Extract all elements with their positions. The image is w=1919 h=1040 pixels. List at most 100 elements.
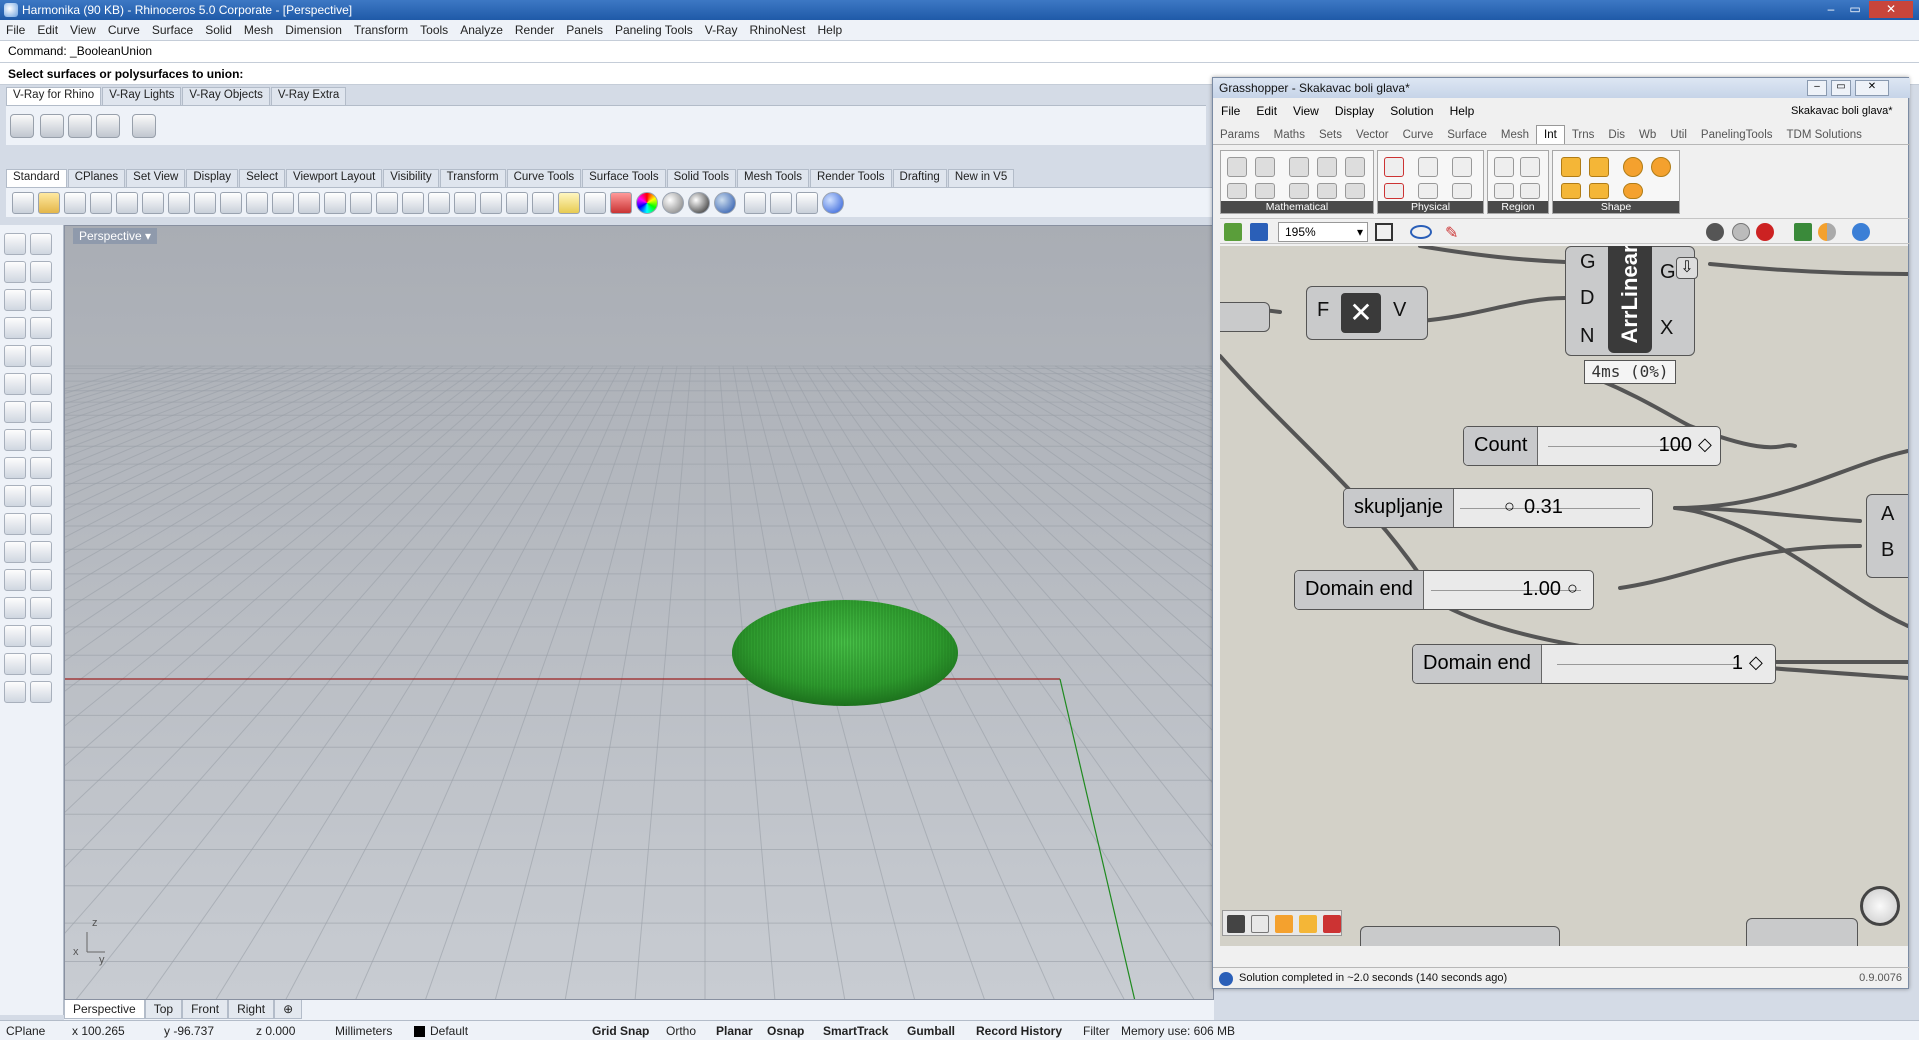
math-component-icon[interactable] (1227, 183, 1247, 199)
fillet-icon[interactable] (30, 345, 52, 367)
analyze-icon[interactable] (4, 653, 26, 675)
copy-icon[interactable] (168, 192, 190, 214)
menu-curve[interactable]: Curve (102, 20, 146, 41)
float-grip-icon[interactable]: ○ (1504, 496, 1515, 517)
shape-component-icon[interactable] (1589, 157, 1609, 177)
preview-eye-icon[interactable] (1410, 225, 1432, 239)
gh-tab-tdm-solutions[interactable]: TDM Solutions (1780, 126, 1869, 144)
new-file-icon[interactable] (12, 192, 34, 214)
gh-menu-solution[interactable]: Solution (1382, 102, 1441, 120)
gh-tab-curve[interactable]: Curve (1396, 126, 1441, 144)
menu-transform[interactable]: Transform (348, 20, 414, 41)
ungroup-icon[interactable] (30, 513, 52, 535)
gear-icon[interactable] (770, 192, 792, 214)
region-component-icon[interactable] (1494, 157, 1514, 177)
save-file-icon[interactable] (1250, 223, 1268, 241)
mesh-icon[interactable] (30, 429, 52, 451)
physical-component-icon[interactable] (1418, 183, 1438, 199)
navigation-compass-icon[interactable] (1860, 886, 1900, 926)
print-icon[interactable] (90, 192, 112, 214)
tab-perspective[interactable]: Perspective (64, 1000, 145, 1019)
pan-icon[interactable] (246, 192, 268, 214)
gh-canvas[interactable]: F ✕ V G D N ArrLinear G ⇩ X 4ms (0%) Cou… (1220, 246, 1908, 946)
toggle-planar[interactable]: Planar (716, 1024, 753, 1038)
count-slider[interactable]: Count 100 ◇ (1463, 426, 1721, 466)
car-icon[interactable] (454, 192, 476, 214)
xnode-component[interactable]: F ✕ V (1306, 286, 1428, 340)
math-component-icon[interactable] (1345, 183, 1365, 199)
rectangle-icon[interactable] (30, 317, 52, 339)
tab-solid-tools[interactable]: Solid Tools (666, 169, 736, 187)
shape-component-icon[interactable] (1589, 183, 1609, 199)
rendered-sphere-icon[interactable] (714, 192, 736, 214)
math-component-icon[interactable] (1255, 183, 1275, 199)
zoom-extents-icon[interactable] (350, 192, 372, 214)
box-icon[interactable] (4, 401, 26, 423)
gh-minimize-button[interactable]: – (1807, 80, 1827, 96)
select-arrow-icon[interactable] (4, 233, 26, 255)
mirror-icon[interactable] (30, 569, 52, 591)
partial-component[interactable] (1360, 926, 1560, 946)
tab-top[interactable]: Top (144, 1000, 183, 1019)
vray-options-icon[interactable] (10, 114, 34, 138)
undo-icon[interactable] (220, 192, 242, 214)
tab-render-tools[interactable]: Render Tools (809, 169, 892, 187)
arc-icon[interactable] (4, 317, 26, 339)
param-offscreen[interactable] (1220, 302, 1270, 332)
menu-mesh[interactable]: Mesh (238, 20, 279, 41)
tab-viewport-layout[interactable]: Viewport Layout (286, 169, 383, 187)
status-cplane[interactable]: CPlane (6, 1024, 45, 1038)
tab-new-in-v5[interactable]: New in V5 (947, 169, 1015, 187)
tab-vray-for-rhino[interactable]: V-Ray for Rhino (6, 87, 102, 105)
gh-group-icon[interactable] (1275, 915, 1293, 933)
add-viewport-icon[interactable]: ⊕ (274, 1000, 303, 1019)
gh-tab-panelingtools[interactable]: PanelingTools (1694, 126, 1780, 144)
vray-rt-icon[interactable] (132, 114, 156, 138)
status-layer[interactable]: Default (430, 1024, 468, 1038)
menu-edit[interactable]: Edit (31, 20, 64, 41)
menu-view[interactable]: View (64, 20, 102, 41)
trim-icon[interactable] (30, 485, 52, 507)
maximize-button[interactable]: ▭ (1845, 1, 1865, 18)
vray-material-editor-icon[interactable] (40, 114, 64, 138)
integer-grip-icon[interactable]: ◇ (1749, 652, 1763, 673)
gh-tab-surface[interactable]: Surface (1440, 126, 1494, 144)
skupljanje-slider[interactable]: skupljanje ○ 0.31 (1343, 488, 1653, 528)
partial-component[interactable] (1746, 918, 1858, 946)
close-button[interactable]: ✕ (1869, 1, 1913, 18)
vray-render-icon[interactable] (68, 114, 92, 138)
tab-cplanes[interactable]: CPlanes (67, 169, 126, 187)
gh-maximize-button[interactable]: ▭ (1831, 80, 1851, 96)
menu-panels[interactable]: Panels (560, 20, 609, 41)
color-wheel-icon[interactable] (636, 192, 658, 214)
options-icon[interactable] (744, 192, 766, 214)
physical-component-icon[interactable] (1384, 183, 1404, 199)
paste-icon[interactable] (194, 192, 216, 214)
point-icon[interactable] (30, 233, 52, 255)
toggle-gumball[interactable]: Gumball (907, 1024, 955, 1038)
arrlinear-input-g[interactable]: G (1580, 251, 1596, 274)
surface-icon[interactable] (4, 373, 26, 395)
ab-input-a[interactable]: A (1881, 503, 1894, 526)
zoom-selected-icon[interactable] (376, 192, 398, 214)
toggle-smarttrack[interactable]: SmartTrack (823, 1024, 888, 1038)
ribbon-label-mathematical[interactable]: Mathematical (1221, 201, 1373, 213)
gh-tab-maths[interactable]: Maths (1267, 126, 1312, 144)
circle-icon[interactable] (4, 289, 26, 311)
tab-curve-tools[interactable]: Curve Tools (506, 169, 582, 187)
shaded-preview-icon[interactable] (1756, 223, 1774, 241)
selected-preview-icon[interactable] (1794, 223, 1812, 241)
tab-vray-lights[interactable]: V-Ray Lights (102, 87, 182, 105)
cut-icon[interactable] (142, 192, 164, 214)
zoom-window-icon[interactable] (324, 192, 346, 214)
xnode-input-f[interactable]: F (1317, 299, 1329, 322)
tab-transform[interactable]: Transform (439, 169, 506, 187)
toggle-grid-snap[interactable]: Grid Snap (592, 1024, 649, 1038)
gh-tab-util[interactable]: Util (1663, 126, 1694, 144)
explode-icon[interactable] (30, 457, 52, 479)
array-icon[interactable] (4, 597, 26, 619)
math-component-icon[interactable] (1289, 183, 1309, 199)
math-component-icon[interactable] (1317, 157, 1337, 177)
ab-component[interactable]: A B (1866, 494, 1908, 578)
bake-arrow-icon[interactable]: ⇩ (1676, 257, 1698, 279)
